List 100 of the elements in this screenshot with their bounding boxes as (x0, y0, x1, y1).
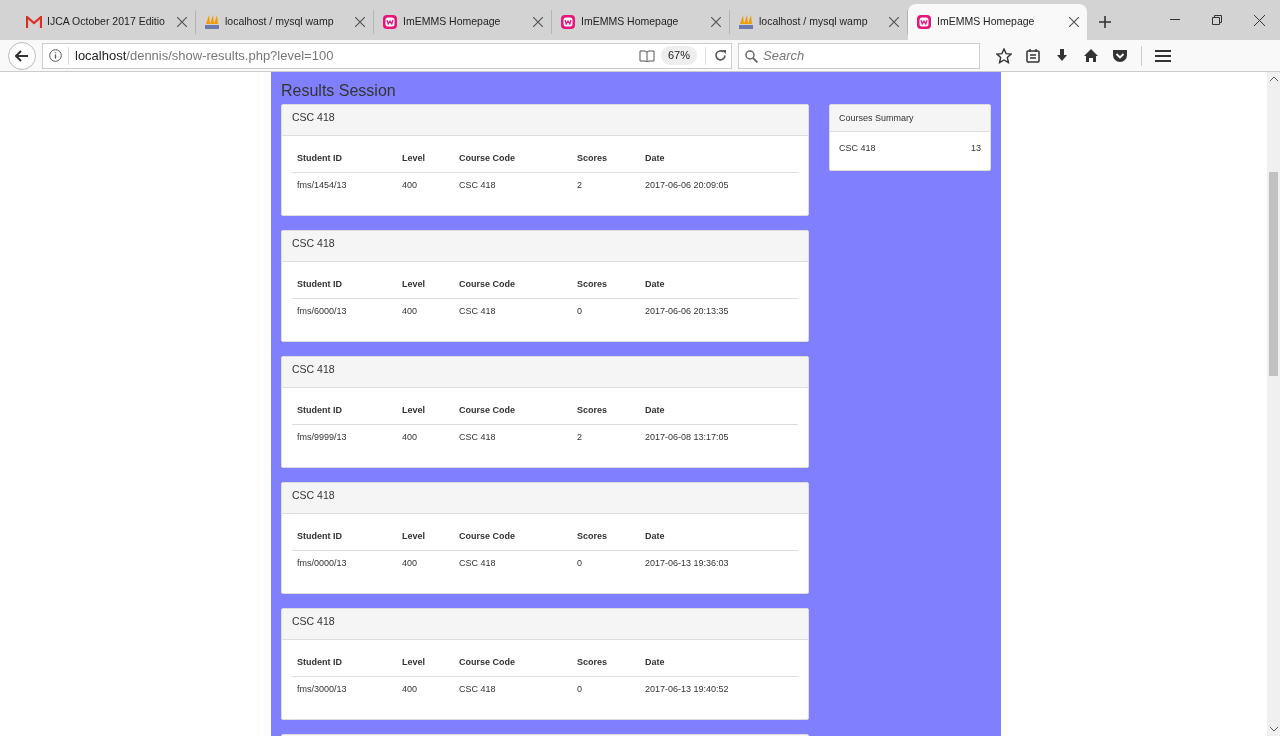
table-cell-text: fms/9999/13 (297, 430, 348, 444)
column-header: Scores (577, 404, 609, 417)
tab-title: IJCA October 2017 Editio (47, 14, 166, 30)
card-heading: CSC 418 (282, 231, 808, 262)
app-icon (382, 14, 398, 30)
course-code: CSC 418 (839, 142, 876, 155)
column-header: Scores (577, 656, 609, 669)
browser-tab[interactable]: ImEMMS Homepage (374, 10, 552, 34)
table-cell-text: CSC 418 (459, 430, 497, 444)
tab-title: ImEMMS Homepage (403, 14, 502, 30)
scroll-thumb[interactable] (1269, 172, 1278, 376)
column-header: Date (645, 152, 666, 165)
column-header: Level (402, 404, 426, 417)
reading-list-icon[interactable] (1025, 47, 1041, 64)
table-cell-text: 0 (577, 556, 583, 570)
search-icon (745, 49, 758, 63)
app-icon (916, 14, 932, 30)
column-header: Date (645, 656, 666, 669)
column-header: Course Code (459, 656, 516, 669)
column-header: Date (645, 530, 666, 543)
column-header: Scores (577, 278, 609, 291)
star-icon[interactable] (996, 47, 1012, 64)
browser-tab[interactable]: ImEMMS Homepage (552, 10, 730, 34)
column-header: Student ID (297, 530, 343, 543)
plus-icon (1098, 15, 1112, 29)
table-cell-text: 400 (402, 682, 419, 696)
app-icon (560, 14, 576, 30)
zoom-level[interactable]: 67% (660, 46, 697, 65)
minimize-icon (1170, 19, 1180, 21)
column-header: Date (645, 404, 666, 417)
column-header: Date (645, 278, 666, 291)
close-icon[interactable] (889, 17, 899, 27)
tab-title: ImEMMS Homepage (581, 14, 680, 30)
table-cell-text: 2017-06-13 19:36:03 (645, 556, 730, 570)
table-cell-text: 400 (402, 430, 419, 444)
back-button[interactable] (8, 41, 36, 70)
table-cell-text: CSC 418 (459, 178, 497, 192)
sail-icon (204, 14, 220, 30)
search-field[interactable]: Search (738, 42, 980, 69)
table-cell-text: 2017-06-13 19:40:52 (645, 682, 730, 696)
reader-view-icon[interactable] (638, 49, 655, 62)
table-cell-text: 400 (402, 304, 419, 318)
column-header: Scores (577, 530, 609, 543)
back-arrow-icon (15, 49, 29, 62)
menu-icon[interactable] (1155, 48, 1171, 63)
column-header: Level (402, 278, 426, 291)
table-cell-text: 0 (577, 304, 583, 318)
address-bar[interactable]: localhost/dennis/show-results.php?level=100 67% (42, 42, 732, 69)
table-cell-text: 2 (577, 430, 583, 444)
column-header: Student ID (297, 656, 343, 669)
table-cell-text: fms/3000/13 (297, 682, 348, 696)
browser-tab[interactable]: IJCA October 2017 Editio (18, 10, 196, 34)
table-cell-text: 400 (402, 178, 419, 192)
table-cell-text: CSC 418 (459, 556, 497, 570)
column-header: Course Code (459, 278, 516, 291)
table-cell-text: CSC 418 (459, 682, 497, 696)
page-title: Results Session (281, 81, 397, 101)
panel-heading: Courses Summary (830, 105, 990, 132)
home-icon[interactable] (1083, 47, 1099, 64)
reload-icon[interactable] (714, 49, 727, 62)
table-cell-text: 2017-06-08 13:17:05 (645, 430, 730, 444)
scrollbar[interactable] (1267, 72, 1280, 736)
browser-tab[interactable]: ImEMMS Homepage (908, 4, 1087, 40)
table-cell-text: 2 (577, 178, 583, 192)
browser-tab[interactable]: localhost / mysql wamp (196, 10, 374, 34)
column-header: Student ID (297, 152, 343, 165)
tab-title: localhost / mysql wamp (759, 14, 869, 30)
info-icon[interactable] (49, 49, 62, 62)
pocket-icon[interactable] (1112, 47, 1128, 64)
close-icon[interactable] (355, 17, 365, 27)
sail-icon (738, 14, 754, 30)
table-cell-text: 400 (402, 556, 419, 570)
restore-icon (1212, 15, 1222, 25)
column-header: Level (402, 152, 426, 165)
table-cell-text: 0 (577, 682, 583, 696)
tab-title: ImEMMS Homepage (937, 14, 1036, 30)
close-icon[interactable] (533, 17, 543, 27)
column-header: Course Code (459, 530, 516, 543)
close-icon[interactable] (1069, 17, 1079, 27)
column-header: Level (402, 656, 426, 669)
table-cell-text: fms/1454/13 (297, 178, 348, 192)
card-heading: CSC 418 (282, 483, 808, 514)
tab-title: localhost / mysql wamp (225, 14, 335, 30)
url-text: localhost/dennis/show-results.php?level=100 (75, 46, 334, 65)
table-cell-text: fms/6000/13 (297, 304, 348, 318)
column-header: Student ID (297, 278, 343, 291)
card-heading: CSC 418 (282, 105, 808, 136)
close-icon[interactable] (711, 17, 721, 27)
column-header: Scores (577, 152, 609, 165)
table-cell-text: 2017-06-06 20:09:05 (645, 178, 730, 192)
column-header: Student ID (297, 404, 343, 417)
table-cell-text: CSC 418 (459, 304, 497, 318)
close-icon[interactable] (177, 17, 187, 27)
course-count: 13 (971, 142, 981, 155)
scroll-up-icon[interactable] (1269, 76, 1278, 81)
column-header: Level (402, 530, 426, 543)
card-heading: CSC 418 (282, 357, 808, 388)
scroll-down-icon[interactable] (1269, 727, 1278, 732)
table-cell-text: 2017-06-06 20:13:35 (645, 304, 730, 318)
close-icon (1253, 14, 1265, 26)
